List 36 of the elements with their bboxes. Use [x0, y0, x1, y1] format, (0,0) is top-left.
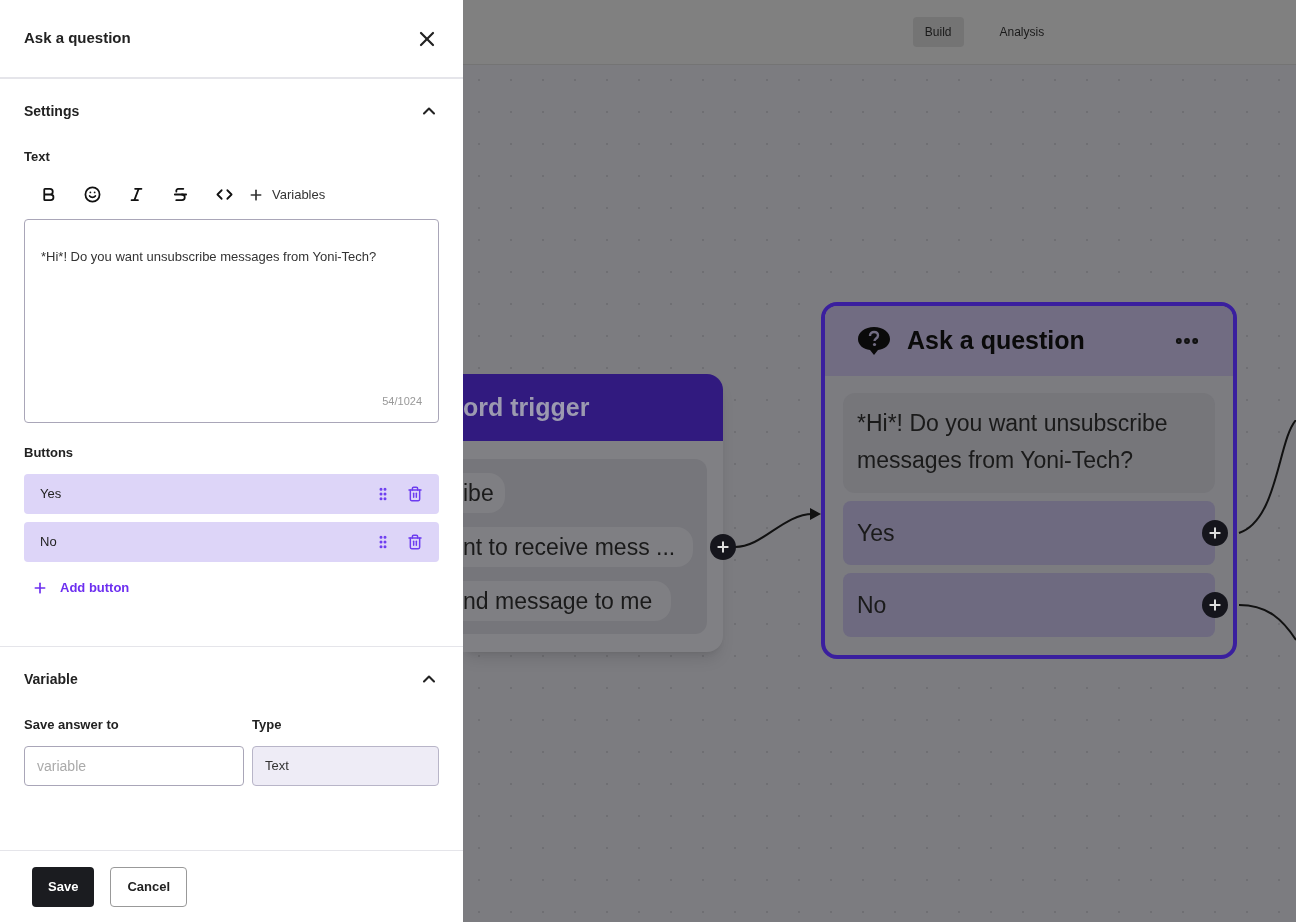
- view-tab[interactable]: Build: [912, 17, 964, 47]
- keyword-chip: nt to receive mess ...: [463, 527, 693, 567]
- connector-line: [1238, 604, 1296, 641]
- variable-input-field[interactable]: variable: [24, 746, 244, 786]
- message-text-area[interactable]: *Hi*! Do you want unsubscribe messages from Yoni-Tech? 54/1024: [24, 218, 439, 423]
- keyword-chip: ibe: [463, 473, 505, 513]
- character-counter: 54/1024: [382, 394, 422, 409]
- add-button-link[interactable]: Add button: [32, 578, 130, 598]
- field-label: Type: [252, 715, 283, 734]
- field-label: Buttons: [24, 443, 75, 462]
- question-bubble-icon: [857, 326, 891, 356]
- answer-button-row[interactable]: Yes: [24, 474, 439, 514]
- node-title: ord trigger: [463, 391, 590, 423]
- message-bubble: *Hi*! Do you want unsubscribe messages from Yoni-Tech?: [843, 393, 1215, 493]
- variables-button[interactable]: Variables: [248, 184, 326, 205]
- section-title: Settings: [24, 102, 80, 121]
- section-title: Variable: [24, 669, 78, 689]
- cancel-button[interactable]: Cancel: [110, 866, 187, 907]
- field-label: Text: [24, 148, 51, 166]
- delete-icon[interactable]: [407, 534, 423, 550]
- delete-icon[interactable]: [407, 486, 423, 502]
- view-tab[interactable]: Analysis: [987, 17, 1057, 47]
- keyword-chip: nd message to me: [463, 581, 671, 621]
- add-connection-icon[interactable]: [1202, 520, 1228, 546]
- question-node[interactable]: Ask a question *Hi*! Do you want unsubscribe messages from Yoni-Tech? Yes No: [821, 302, 1237, 659]
- panel-title: Ask a question: [24, 28, 131, 49]
- answer-option[interactable]: No: [843, 573, 1215, 637]
- answer-option[interactable]: Yes: [843, 501, 1215, 565]
- field-label: Save answer to: [24, 715, 120, 734]
- type-field: Text: [252, 746, 439, 786]
- node-title: Ask a question: [907, 325, 1086, 357]
- answer-button-row[interactable]: No: [24, 522, 439, 562]
- add-connection-icon[interactable]: [1202, 592, 1228, 618]
- keyword-trigger-node[interactable]: ord trigger ibe nt to receive mess ... nd message to me: [463, 374, 723, 652]
- save-button[interactable]: Save: [32, 866, 95, 907]
- add-connection-icon[interactable]: [710, 534, 736, 560]
